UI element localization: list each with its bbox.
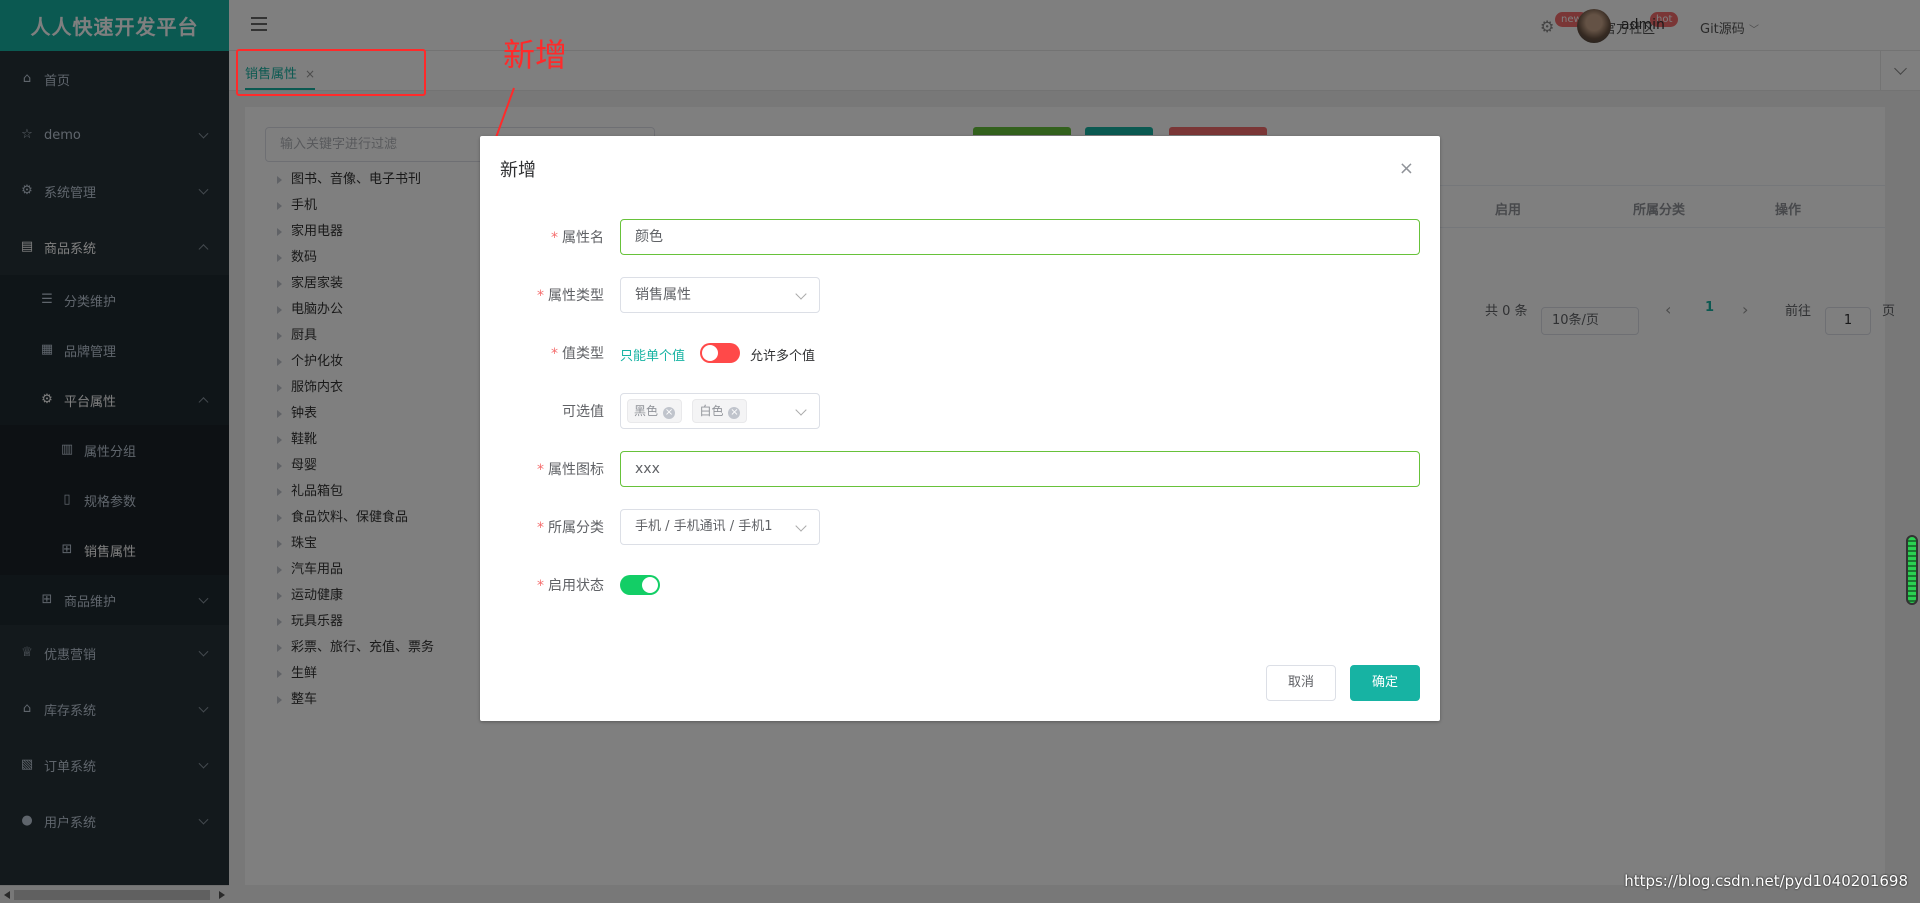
- close-icon[interactable]: ×: [728, 407, 741, 419]
- required-mark: *: [537, 578, 544, 594]
- required-mark: *: [551, 346, 558, 362]
- annotation-highlight-box: [236, 49, 426, 96]
- option-tag: 白色 ×: [692, 399, 748, 423]
- form-label-text: 启用状态: [548, 578, 604, 594]
- category-cascader[interactable]: 手机 / 手机通讯 / 手机1: [620, 509, 820, 545]
- multi-value-option[interactable]: 允许多个值: [750, 345, 815, 364]
- dialog-title: 新增: [500, 160, 536, 181]
- annotation-label: 新增: [503, 36, 568, 74]
- form-label-text: 值类型: [562, 346, 604, 362]
- close-icon[interactable]: ×: [663, 407, 676, 419]
- form-label-text: 可选值: [562, 404, 604, 420]
- form-label: * 属性图标: [454, 459, 604, 479]
- cancel-button[interactable]: 取消: [1266, 665, 1336, 701]
- required-mark: *: [537, 462, 544, 478]
- form-row-options: 可选值 黑色 × 白色 ×: [480, 393, 1440, 429]
- form-label: * 所属分类: [454, 517, 604, 537]
- form-label: * 属性名: [454, 227, 604, 247]
- attr-type-select[interactable]: 销售属性: [620, 277, 820, 313]
- value-type-switch[interactable]: [700, 343, 740, 363]
- attr-name-input[interactable]: 颜色: [620, 219, 1420, 255]
- form-label: * 值类型: [454, 343, 604, 363]
- required-mark: *: [537, 288, 544, 304]
- form-row-category: * 所属分类 手机 / 手机通讯 / 手机1: [480, 509, 1440, 545]
- confirm-button[interactable]: 确定: [1350, 665, 1420, 701]
- vertical-scroll-indicator[interactable]: [1906, 535, 1918, 605]
- form-row-value-type: * 值类型 只能单个值 允许多个值: [480, 335, 1440, 371]
- form-row-attr-icon: * 属性图标 xxx: [480, 451, 1440, 487]
- close-icon[interactable]: ×: [1399, 158, 1414, 179]
- option-tag: 黑色 ×: [627, 399, 683, 423]
- switch-knob: [702, 345, 718, 361]
- form-label-text: 所属分类: [548, 520, 604, 536]
- option-tag-label: 白色: [699, 404, 724, 418]
- form-label: * 属性类型: [454, 285, 604, 305]
- form-label-text: 属性图标: [548, 462, 604, 478]
- enable-switch[interactable]: [620, 575, 660, 595]
- form-row-attr-name: * 属性名 颜色: [480, 219, 1440, 255]
- form-label-text: 属性类型: [548, 288, 604, 304]
- required-mark: *: [537, 520, 544, 536]
- option-tag-label: 黑色: [634, 404, 659, 418]
- watermark: https://blog.csdn.net/pyd1040201698: [1624, 872, 1908, 890]
- attr-icon-input[interactable]: xxx: [620, 451, 1420, 487]
- form-label: * 启用状态: [454, 575, 604, 595]
- options-multi-select[interactable]: 黑色 × 白色 ×: [620, 393, 820, 429]
- form-row-attr-type: * 属性类型 销售属性: [480, 277, 1440, 313]
- form-row-enable: * 启用状态: [480, 567, 1440, 603]
- single-value-option[interactable]: 只能单个值: [620, 345, 685, 364]
- form-label: 可选值: [454, 401, 604, 421]
- form-label-text: 属性名: [562, 230, 604, 246]
- required-mark: *: [551, 230, 558, 246]
- switch-knob: [642, 577, 658, 593]
- add-attr-dialog: 新增 × * 属性名 颜色 * 属性类型 销售属性 * 值类型 只能单个值 允许多个值…: [480, 136, 1440, 721]
